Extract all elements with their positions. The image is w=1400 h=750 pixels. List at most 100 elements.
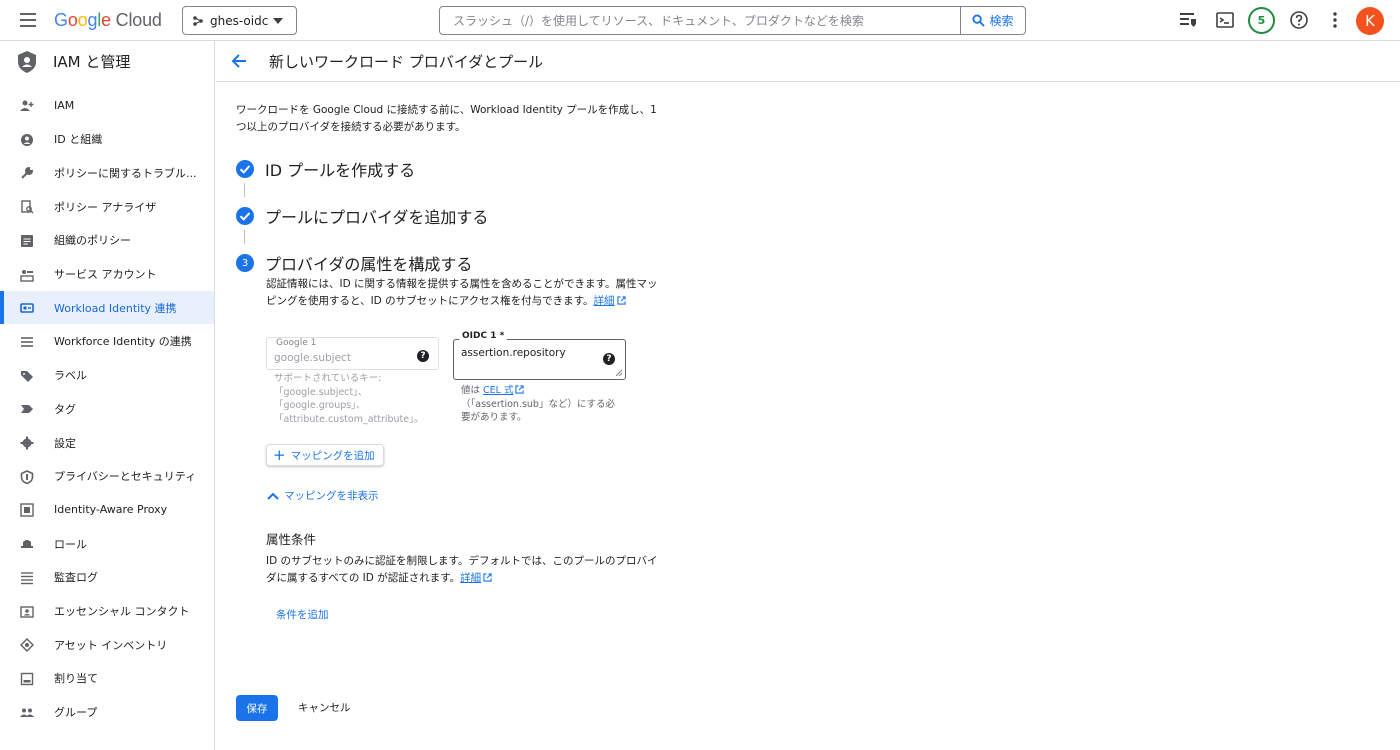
step-connector [244,183,245,197]
sidebar-item-label: 組織のポリシー [54,234,131,248]
project-dots-icon [193,15,203,26]
learn-more-link[interactable]: 詳細 [460,572,481,584]
sidebar-item[interactable]: IAM [0,89,214,122]
sidebar-title: IAM と管理 [53,53,131,71]
step-3: 3 プロバイダの属性を構成する [236,251,472,275]
sidebar-item[interactable]: エッセンシャル コンタクト [0,595,214,628]
intro-text: ワークロードを Google Cloud に接続する前に、Workload Id… [236,104,657,133]
learn-more-link[interactable]: 詳細 [594,295,615,307]
sidebar-item-label: プライバシーとセキュリティ [54,470,197,484]
sidebar-item[interactable]: 割り当て [0,662,214,695]
notification-count-badge[interactable]: 5 [1248,7,1275,34]
external-link-icon [616,296,626,305]
hat-icon [21,540,33,549]
google-field-value: google.subject [274,352,351,364]
cancel-button[interactable]: キャンセル [298,700,351,715]
sidebar-item-label: Identity-Aware Proxy [54,503,168,517]
check-circle-icon [236,207,254,225]
external-link-icon [515,385,525,394]
step-2: プールにプロバイダを追加する [236,204,488,228]
gear-icon [20,436,34,450]
page-title: 新しいワークロード プロバイダとプール [269,53,544,71]
step-2-label: プールにプロバイダを追加する [265,208,489,227]
cloud-shell-icon[interactable] [1215,10,1235,30]
group-icon [20,708,34,717]
sidebar-item-label: ID と組織 [54,133,103,147]
account-avatar[interactable]: K [1356,7,1384,35]
sidebar-item[interactable]: ポリシー アナライザ [0,190,214,223]
help-icon[interactable]: ? [603,353,615,365]
sidebar-item[interactable]: サービス アカウント [0,258,214,291]
project-selector[interactable]: ghes-oidc [182,6,297,35]
resize-handle-icon[interactable] [616,370,622,376]
sidebar-item[interactable]: プライバシーとセキュリティ [0,460,214,493]
help-icon[interactable]: ? [417,350,429,362]
top-bar: Google Cloud ghes-oidc 検索 5 K [0,0,1400,41]
list-icon [21,337,33,347]
step-3-label: プロバイダの属性を構成する [265,255,473,274]
add-mapping-button[interactable]: + マッピングを追加 [266,444,384,466]
add-condition-button[interactable]: 条件を追加 [276,607,329,622]
shield-icon [20,469,34,484]
contact-icon [20,605,34,618]
sidebar-item[interactable]: ラベル [0,359,214,392]
check-circle-icon [236,160,254,178]
back-arrow-icon[interactable] [231,53,247,69]
plus-icon: + [273,445,286,464]
sidebar-item-label: アセット インベントリ [54,638,168,652]
google-attribute-field[interactable]: Google 1 google.subject ? [266,337,439,370]
sidebar-header: IAM と管理 [0,41,214,82]
step-3-number: 3 [236,254,254,272]
sidebar-item-label: IAM [54,99,75,112]
sidebar-item-label: グループ [54,706,98,720]
google-cloud-logo[interactable]: Google Cloud [54,10,162,31]
sidebar-item-label: ロール [54,537,87,551]
more-vert-icon[interactable] [1325,10,1345,30]
sidebar-item[interactable]: タグ [0,392,214,425]
attribute-condition-title: 属性条件 [266,532,317,547]
sidebar-item-label: ラベル [54,369,87,383]
sidebar-item[interactable]: 組織のポリシー [0,224,214,257]
sidebar-item[interactable]: 監査ログ [0,561,214,594]
chevron-down-icon [273,18,283,24]
article-icon [21,234,33,247]
label-icon [21,370,33,382]
tag-icon [21,405,33,414]
sidebar-item[interactable]: Workforce Identity の連携 [0,325,214,358]
sidebar-item-label: Workload Identity 連携 [54,301,177,315]
sidebar-item-label: エッセンシャル コンタクト [54,605,190,618]
wrench-icon [21,167,34,180]
sidebar-item[interactable]: Workload Identity 連携 [0,291,214,325]
google-field-label: Google 1 [274,338,319,348]
sidebar-item[interactable]: ロール [0,527,214,560]
chevron-up-icon [267,492,279,500]
sidebar-item-label: Workforce Identity の連携 [54,335,192,349]
search-input[interactable] [440,7,960,34]
service-account-icon [20,269,34,282]
hamburger-menu-icon[interactable] [20,13,36,27]
sidebar-item[interactable]: アセット インベントリ [0,628,214,661]
oidc-field-value: assertion.repository [461,347,566,359]
diamond-icon [20,638,34,653]
sidebar-item[interactable]: Identity-Aware Proxy [0,493,214,526]
project-name: ghes-oidc [210,13,269,28]
sidebar-item[interactable]: ポリシーに関するトラブル... [0,156,214,189]
step-1-label: ID プールを作成する [265,161,416,180]
sidebar-item-label: ポリシー アナライザ [54,200,157,214]
sidebar-item-label: 設定 [54,436,76,450]
cel-link[interactable]: CEL 式 [483,385,513,396]
sidebar-item-label: タグ [54,402,76,416]
person-add-icon [20,100,34,111]
external-link-icon [483,573,492,582]
save-button[interactable]: 保存 [236,695,278,721]
sidebar-item[interactable]: グループ [0,696,214,729]
search-button[interactable]: 検索 [960,7,1025,34]
hide-mapping-toggle[interactable]: マッピングを非表示 [267,488,379,503]
sidebar-item[interactable]: 設定 [0,426,214,459]
attribute-description: 認証情報には、ID に関する情報を提供する属性を含めることができます。属性マッピ… [266,278,658,307]
oidc-attribute-field[interactable]: OIDC 1 * assertion.repository ? [453,331,626,380]
sidebar-item[interactable]: ID と組織 [0,123,214,156]
sidebar-item-label: 割り当て [54,672,98,686]
notifications-feed-icon[interactable] [1178,10,1198,30]
help-icon[interactable] [1289,10,1309,30]
